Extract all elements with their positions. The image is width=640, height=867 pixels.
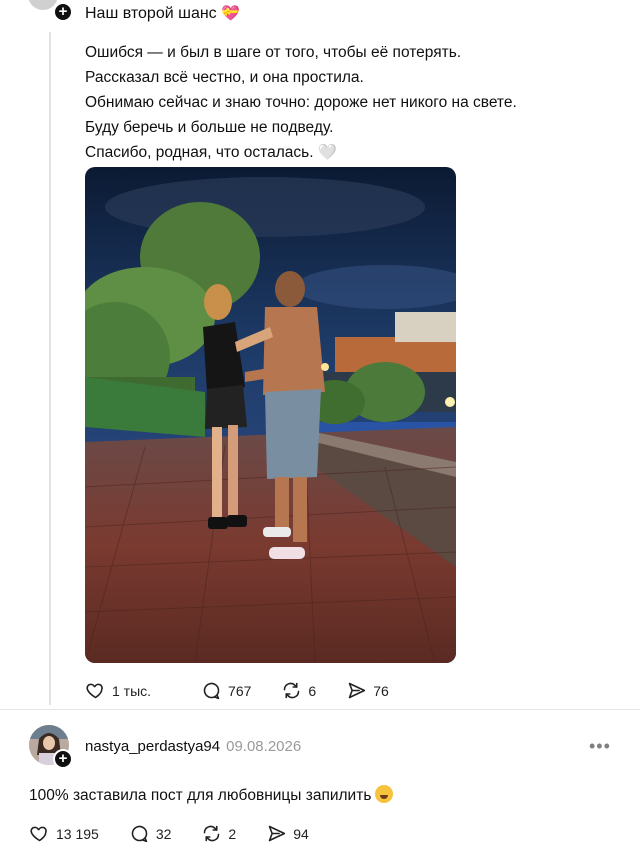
reply-text-content: 100% заставила пост для любовницы запили… — [29, 787, 372, 804]
white-heart-icon: 🤍 — [317, 144, 338, 161]
post-actions: 1 тыс. 767 6 76 — [85, 680, 389, 701]
thread-line — [49, 32, 51, 705]
post-photo[interactable] — [85, 167, 456, 663]
post-title: Наш второй шанс 💝 — [85, 4, 240, 23]
more-dots-icon[interactable]: ••• — [589, 736, 611, 757]
repost-button[interactable]: 2 — [201, 823, 236, 844]
share-count: 76 — [373, 682, 389, 699]
post-line-text: Спасибо, родная, что осталась. — [85, 144, 314, 161]
like-count: 1 тыс. — [112, 682, 152, 699]
reply-username[interactable]: nastya_perdastya94 — [85, 738, 220, 755]
divider — [0, 709, 640, 710]
photo-couple-night-embankment-icon — [85, 167, 456, 663]
post-line: Рассказал всё честно, и она простила. — [85, 69, 364, 86]
comment-button[interactable]: 32 — [129, 823, 172, 844]
reply-date: 09.08.2026 — [226, 738, 302, 755]
share-count: 94 — [293, 825, 309, 842]
comment-count: 767 — [228, 682, 252, 699]
like-count: 13 195 — [56, 825, 99, 842]
share-arrow-icon — [268, 825, 286, 842]
follow-plus-icon[interactable]: + — [53, 749, 73, 769]
heart-icon — [86, 683, 103, 699]
repost-button[interactable]: 6 — [281, 680, 316, 701]
like-button[interactable]: 1 тыс. — [85, 680, 151, 701]
comment-bubble-icon — [131, 825, 148, 843]
heart-gift-icon: 💝 — [221, 5, 240, 22]
reply-header: nastya_perdastya94 09.08.2026 — [85, 738, 301, 755]
like-button[interactable]: 13 195 — [29, 823, 99, 844]
reply-actions: 13 195 32 2 94 — [29, 823, 309, 844]
share-arrow-icon — [348, 682, 366, 699]
laughing-emoji-icon — [375, 785, 394, 803]
share-button[interactable]: 94 — [266, 823, 309, 844]
reply-text: 100% заставила пост для любовницы запили… — [29, 785, 394, 805]
post-line: Буду беречь и больше не подведу. — [85, 119, 334, 136]
post-line: Обнимаю сейчас и знаю точно: дороже нет … — [85, 94, 517, 111]
repost-count: 6 — [308, 682, 317, 699]
comment-button[interactable]: 767 — [201, 680, 251, 701]
comment-count: 32 — [155, 825, 172, 842]
post-line-last: Спасибо, родная, что осталась. 🤍 — [85, 140, 605, 165]
heart-icon — [30, 826, 47, 842]
comment-bubble-icon — [203, 682, 220, 700]
post-line: Ошибся — и был в шаге от того, чтобы её … — [85, 44, 462, 61]
repost-icon — [204, 825, 220, 842]
follow-plus-icon[interactable]: + — [53, 2, 73, 22]
post-title-text: Наш второй шанс — [85, 5, 217, 22]
repost-icon — [284, 682, 300, 699]
share-button[interactable]: 76 — [346, 680, 389, 701]
post-body: Ошибся — и был в шаге от того, чтобы её … — [85, 40, 605, 165]
repost-count: 2 — [228, 825, 237, 842]
